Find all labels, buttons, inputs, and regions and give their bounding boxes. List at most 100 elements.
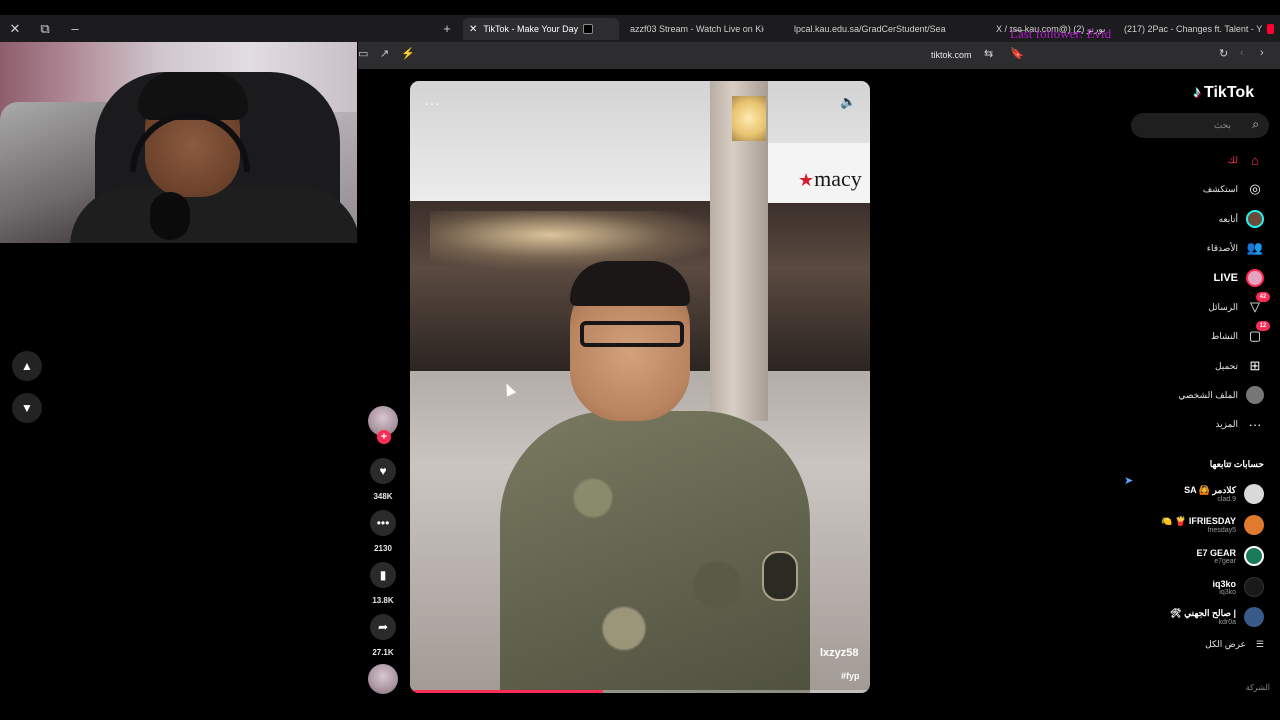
tiktok-logo[interactable]: ♪ TikTok [1193,84,1254,102]
like-heart-icon[interactable]: ♥ [370,458,396,484]
sidebar-item-label: النشاط [1210,330,1238,341]
last-follower-overlay: Last follower: Evid [1010,26,1112,41]
sidebar-item-upload[interactable]: تحميل ⊞ [1215,355,1264,377]
sidebar-item-label: لك [1227,154,1238,165]
tab-youtube[interactable]: (217) 2Pac - Changes ft. Talent - Y [1118,18,1280,40]
youtube-icon [1267,24,1274,34]
sidebar-item-activity[interactable]: النشاط ▢ 12 [1210,321,1270,347]
volume-icon[interactable]: 🔈 [840,94,856,110]
account-avatar [1244,484,1264,504]
sidebar-item-label: الرسائل [1208,301,1238,312]
account-avatar [1244,515,1264,535]
account-name: SA 🙆 كلادمر [1184,485,1236,495]
upload-icon: ⊞ [1249,358,1261,373]
video-progress-bar[interactable] [410,690,870,693]
account-name: 🛠 صالح الجهني | [1170,608,1236,618]
sound-disc-avatar[interactable] [368,664,398,694]
list-icon: ☰ [1255,639,1264,649]
following-account[interactable]: 🛠 صالح الجهني | kdr0a [1170,605,1264,629]
sidebar-item-label: الأصدقاء [1206,242,1238,253]
search-input[interactable]: بحث ⌕ [1131,113,1269,138]
minimize-window-icon[interactable]: – [60,15,90,42]
search-placeholder: بحث [1213,120,1231,130]
account-avatar [1244,577,1264,597]
webcam-overlay [0,42,357,243]
sidebar-item-label: أتابعه [1218,213,1238,224]
tab-label: azzf03 Stream - Watch Live on Kick [630,24,764,34]
account-handle: kdr0a [1218,619,1236,626]
following-account[interactable]: SA 🙆 كلادمر clad.9 [1184,482,1264,506]
tab-label: (217) 2Pac - Changes ft. Talent - Y [1124,24,1263,34]
sidebar-item-label: الملف الشخصي [1178,389,1238,400]
following-account[interactable]: 🍋 🍟 IFRIESDAY friesday5 [1161,513,1264,537]
url-text[interactable]: tiktok.com [931,50,972,60]
video-hashtag[interactable]: #fyp [841,671,860,681]
company-link[interactable]: الشركة [1246,683,1270,692]
sidebar-item-live[interactable]: LIVE [1214,267,1264,289]
sidebar-icon[interactable]: ▭ [358,47,368,60]
bookmark-icon[interactable]: 🔖 [1010,47,1024,60]
comment-count: 2130 [374,544,392,553]
tiktok-icon [583,24,594,34]
video-lights [430,211,730,271]
friends-icon: 👥 [1246,240,1264,255]
account-name: iq3ko [1212,578,1236,589]
new-tab-icon[interactable]: + [432,15,462,42]
video-author[interactable]: lxzyz58 [820,647,859,659]
sidebar-item-friends[interactable]: الأصدقاء 👥 [1207,237,1264,259]
video-more-icon[interactable]: ··· [424,95,441,111]
soldier-uniform [500,411,810,693]
activity-icon: ▢ 12 [1246,321,1270,345]
sidebar-item-messages[interactable]: الرسائل ▽ 42 [1208,292,1270,318]
following-accounts-title: حسابات تتابعها [1209,459,1264,469]
see-all-link[interactable]: عرض الكل ☰ [1205,639,1264,650]
store-sign: ★macy [798,166,862,191]
previous-video-button[interactable]: ▲ [12,351,42,381]
address-bar[interactable] [358,42,1280,69]
home-icon: ⌂ [1251,152,1259,168]
close-tab-icon[interactable]: ✕ [469,24,477,35]
bookmark-save-icon[interactable]: ▮ [370,562,396,588]
sidebar-item-label: المزيد [1215,418,1238,429]
reload-icon[interactable]: ↻ [1219,47,1228,60]
more-icon: ··· [1248,416,1262,432]
video-progress-fill [410,690,604,693]
account-handle: clad.9 [1217,496,1236,503]
video-player[interactable]: ★macy [410,81,870,693]
extension-icon[interactable]: ⚡ [401,47,415,60]
site-settings-icon[interactable]: ⇆ [984,47,993,60]
sidebar-item-label: استكشف [1202,183,1238,194]
sidebar-item-following[interactable]: أتابعه [1219,208,1264,230]
sidebar-item-profile[interactable]: الملف الشخصي [1178,384,1264,406]
tab-kau[interactable]: lpcal.kau.edu.sa/GradCerStudent/Sea [788,18,948,40]
account-handle: iq3ko [1219,588,1236,596]
sidebar-item-more[interactable]: المزيد ··· [1215,413,1264,435]
logo-text: TikTok [1204,84,1255,101]
restore-window-icon[interactable]: ⧉ [30,15,60,42]
sidebar-item-label: LIVE [1213,272,1238,284]
sidebar-item-explore[interactable]: استكشف ◎ [1203,178,1264,200]
share-icon[interactable]: ↗ [380,47,389,60]
follow-plus-icon[interactable]: + [377,430,391,444]
account-name: 🍋 🍟 IFRIESDAY [1161,516,1236,526]
tab-tiktok[interactable]: ✕ TikTok - Make Your Day [463,18,619,40]
following-account[interactable]: iq3ko iq3ko [1212,575,1264,599]
sidebar-item-for-you[interactable]: لك ⌂ [1228,149,1264,171]
tab-kick[interactable]: azzf03 Stream - Watch Live on Kick [624,18,764,40]
following-avatar-icon [1246,210,1264,228]
search-icon[interactable]: ⌕ [1252,117,1259,132]
following-account[interactable]: E7 GEAR e7gear [1196,544,1264,568]
account-handle: friesday5 [1207,527,1236,534]
video-lamp [732,96,766,141]
next-video-button[interactable]: ▼ [12,393,42,423]
tiktok-note-icon: ♪ [1193,84,1201,101]
tab-label: TikTok - Make Your Day [483,24,579,34]
share-arrow-icon[interactable]: ➦ [370,614,396,640]
close-window-icon[interactable]: ✕ [0,15,30,42]
comment-icon[interactable]: ••• [370,510,396,536]
account-handle: e7gear [1214,557,1236,565]
account-avatar [1244,607,1264,627]
forward-icon[interactable]: › [1260,47,1264,59]
cursor-pointer-icon: ➤ [1124,475,1134,487]
back-icon[interactable]: ‹ [1240,47,1244,59]
